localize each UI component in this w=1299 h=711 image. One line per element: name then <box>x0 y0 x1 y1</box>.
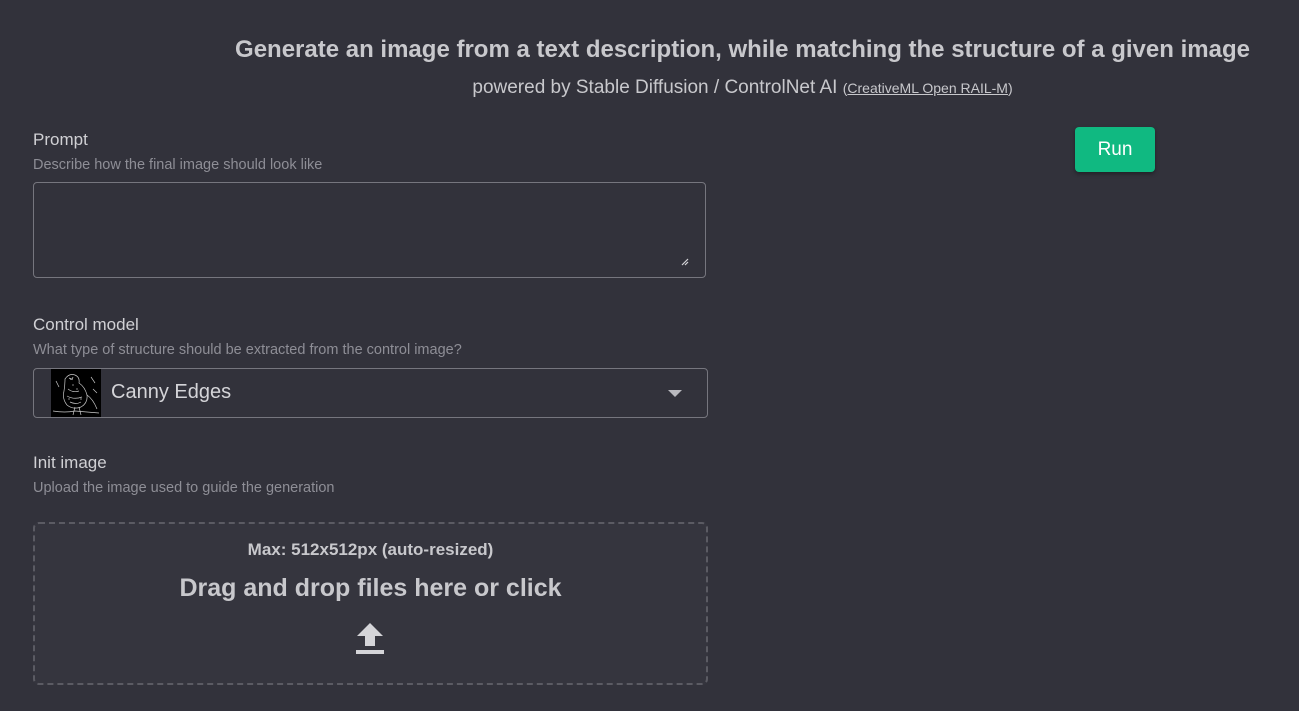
control-model-help: What type of structure should be extract… <box>33 342 462 358</box>
page: Generate an image from a text descriptio… <box>0 0 1299 711</box>
prompt-input[interactable] <box>33 182 706 278</box>
upload-icon <box>356 623 384 654</box>
control-model-value: Canny Edges <box>111 381 232 403</box>
dropzone-text: Drag and drop files here or click <box>179 574 562 602</box>
control-model-label: Control model <box>33 315 139 334</box>
max-size-note: Max: 512x512px (auto-resized) <box>247 540 494 559</box>
subtitle-text: powered by Stable Diffusion / ControlNet… <box>472 77 838 98</box>
paren-close: ) <box>1007 80 1013 96</box>
page-subtitle: powered by Stable Diffusion / ControlNet… <box>0 77 1299 99</box>
chevron-down-icon[interactable] <box>668 390 682 397</box>
prompt-label: Prompt <box>33 130 88 149</box>
init-image-help: Upload the image used to guide the gener… <box>33 480 335 496</box>
control-model-select[interactable]: Canny Edges <box>33 368 708 418</box>
prompt-help: Describe how the final image should look… <box>33 157 323 173</box>
image-dropzone[interactable]: Max: 512x512px (auto-resized) Drag and d… <box>33 522 708 685</box>
license-link[interactable]: CreativeML Open RAIL-M <box>847 80 1008 96</box>
canny-edges-thumbnail <box>51 369 101 417</box>
page-title: Generate an image from a text descriptio… <box>235 36 1250 63</box>
init-image-label: Init image <box>33 453 107 472</box>
resize-handle-icon[interactable] <box>680 257 690 267</box>
run-button[interactable]: Run <box>1075 127 1155 172</box>
